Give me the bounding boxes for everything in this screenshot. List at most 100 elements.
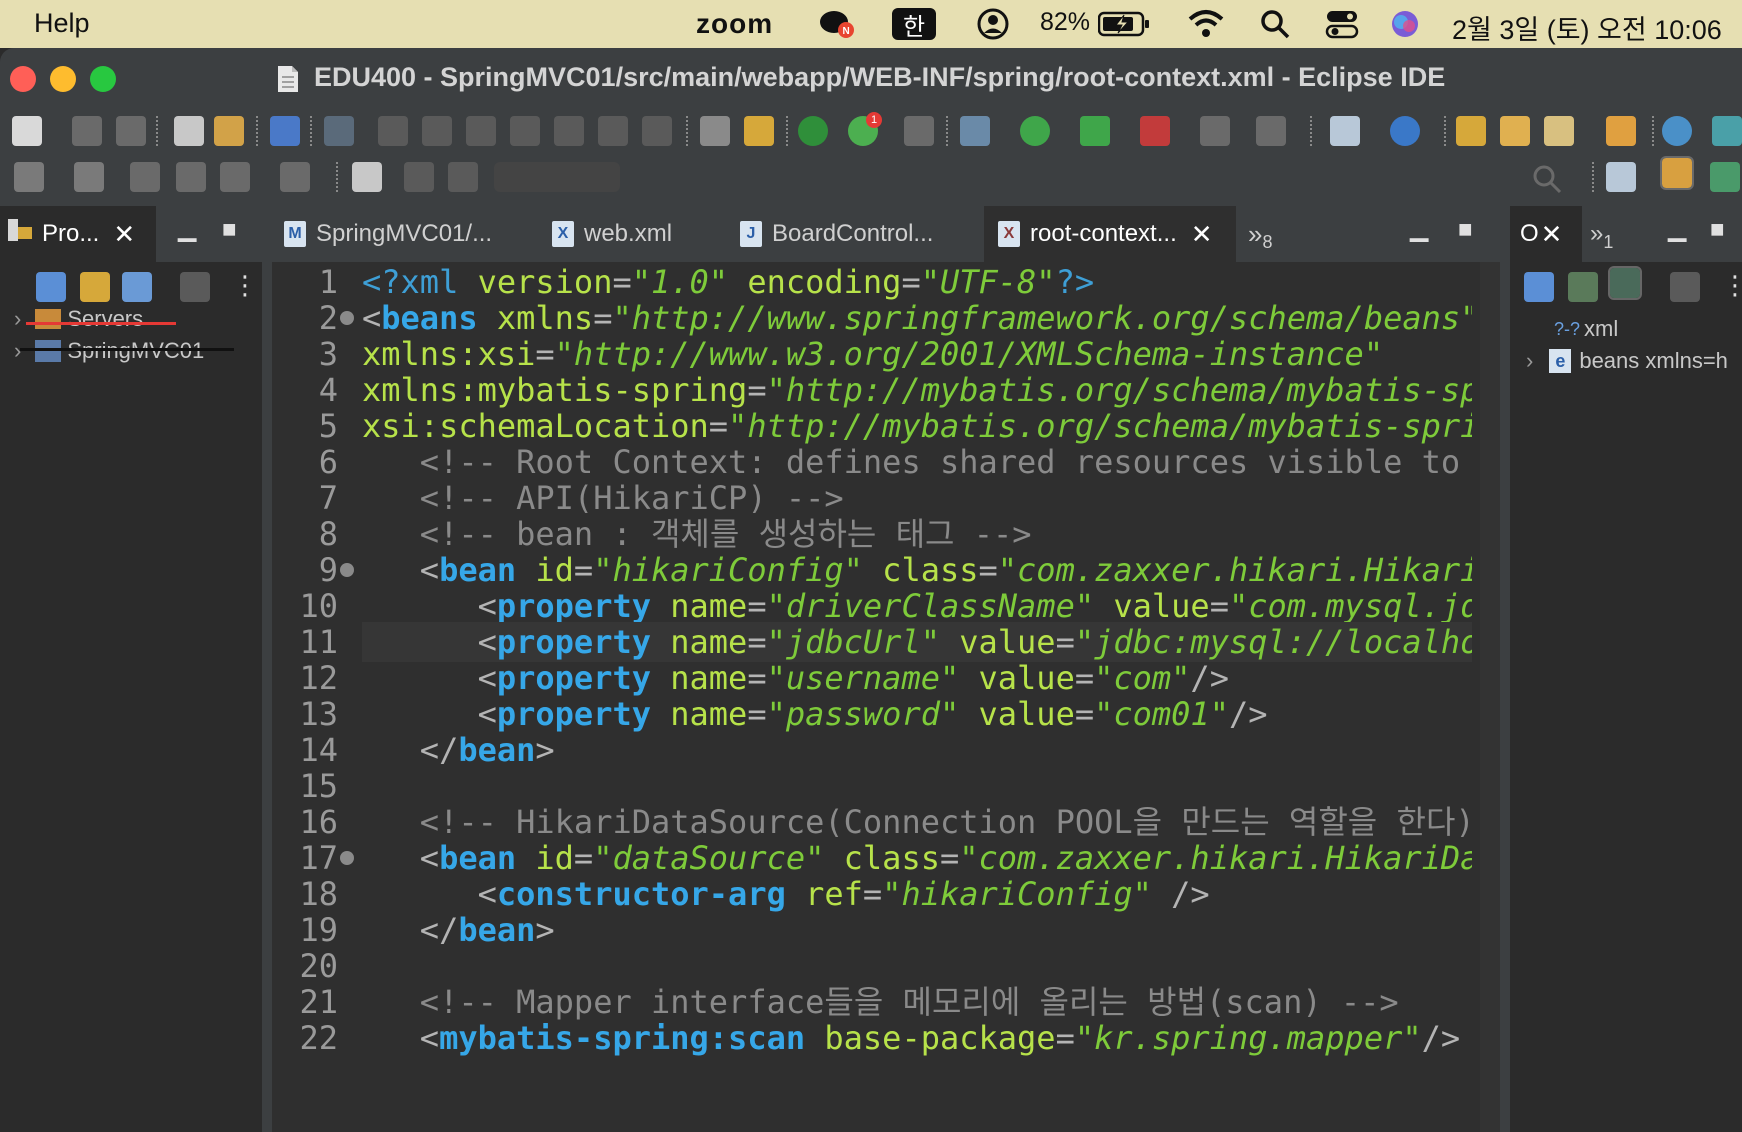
- window-minimize-button[interactable]: [50, 66, 76, 92]
- minimize-icon[interactable]: ▁: [1410, 214, 1428, 243]
- filter-icon[interactable]: [122, 272, 152, 302]
- code-line[interactable]: 17 <bean id="dataSource" class="com.zaxx…: [272, 838, 1500, 878]
- forward-edit-icon[interactable]: [176, 162, 206, 192]
- link-with-editor-icon[interactable]: [1608, 266, 1642, 300]
- outline-item-beans[interactable]: › e beans xmlns=h: [1526, 348, 1728, 374]
- close-icon[interactable]: ✕: [1191, 219, 1213, 250]
- tab-root-context[interactable]: X root-context... ✕: [984, 206, 1236, 262]
- back-icon[interactable]: [220, 162, 250, 192]
- code-line[interactable]: 11 <property name="jdbcUrl" value="jdbc:…: [272, 622, 1500, 662]
- chat-icon[interactable]: N: [816, 8, 856, 40]
- code-line[interactable]: 8 <!-- bean : 객체를 생성하는 태그 -->: [272, 514, 1500, 554]
- edit-icon[interactable]: [404, 162, 434, 192]
- collapse-all-icon[interactable]: [1524, 272, 1554, 302]
- code-line[interactable]: 13 <property name="password" value="com0…: [272, 694, 1500, 734]
- open-type-icon[interactable]: [174, 116, 204, 146]
- maximize-icon[interactable]: ■: [222, 216, 237, 244]
- open-folder-icon[interactable]: [1456, 116, 1486, 146]
- code-line[interactable]: 16 <!-- HikariDataSource(Connection POOL…: [272, 802, 1500, 842]
- more-tools-icon[interactable]: [1712, 116, 1742, 146]
- search-icon[interactable]: [1532, 164, 1562, 199]
- fold-toggle-icon[interactable]: [340, 563, 354, 577]
- external-tools-icon[interactable]: [1140, 116, 1170, 146]
- fold-toggle-icon[interactable]: [340, 311, 354, 325]
- tab-outline[interactable]: O ✕: [1510, 206, 1582, 262]
- minimize-icon[interactable]: ▁: [178, 214, 196, 243]
- code-line[interactable]: 3 xmlns:xsi="http://www.w3.org/2001/XMLSc…: [272, 334, 1500, 374]
- code-line[interactable]: 14 </bean>: [272, 730, 1500, 770]
- java-ee-perspective-icon[interactable]: [1660, 156, 1694, 190]
- last-edit-icon[interactable]: [130, 162, 160, 192]
- server-icon[interactable]: [904, 116, 934, 146]
- search-icon[interactable]: [1258, 8, 1292, 40]
- start-server-icon[interactable]: [798, 116, 828, 146]
- use-step-filters-icon[interactable]: [744, 116, 774, 146]
- open-file-icon[interactable]: [1606, 116, 1636, 146]
- fold-toggle-icon[interactable]: [340, 851, 354, 865]
- code-line[interactable]: 12 <property name="username" value="com"…: [272, 658, 1500, 698]
- chevron-right-icon[interactable]: ›: [14, 338, 21, 364]
- resume-icon[interactable]: [378, 116, 408, 146]
- search-remote-icon[interactable]: [324, 116, 354, 146]
- close-icon[interactable]: ✕: [113, 219, 135, 250]
- maximize-icon[interactable]: ■: [1710, 216, 1725, 244]
- spring-perspective-icon[interactable]: [1710, 162, 1740, 192]
- collapse-all-icon[interactable]: [36, 272, 66, 302]
- code-line[interactable]: 22 <mybatis-spring:scan base-package="kr…: [272, 1018, 1500, 1058]
- code-line[interactable]: 9 <bean id="hikariConfig" class="com.zax…: [272, 550, 1500, 590]
- suspend-icon[interactable]: [422, 116, 452, 146]
- globe-icon[interactable]: [1662, 116, 1692, 146]
- minimize-icon[interactable]: ▁: [1668, 214, 1686, 243]
- code-line[interactable]: 20: [272, 946, 1500, 986]
- disconnect-icon[interactable]: [510, 116, 540, 146]
- user-icon[interactable]: [976, 8, 1010, 40]
- link-with-editor-icon[interactable]: [80, 272, 110, 302]
- stop-icon[interactable]: [1200, 116, 1230, 146]
- code-area[interactable]: 1 <?xml version="1.0" encoding="UTF-8"?> 2…: [272, 262, 1500, 1132]
- close-icon[interactable]: ✕: [1541, 219, 1563, 250]
- code-line[interactable]: 15: [272, 766, 1500, 806]
- code-line[interactable]: 18 <constructor-arg ref="hikariConfig" /…: [272, 874, 1500, 914]
- save-icon[interactable]: [72, 116, 102, 146]
- chevron-right-icon[interactable]: ›: [14, 306, 21, 332]
- clock[interactable]: 2월 3일 (토) 오전 10:06: [1452, 8, 1722, 47]
- tab-springmvc01[interactable]: M SpringMVC01/...: [284, 206, 514, 262]
- tab-boardcontroller[interactable]: J BoardControl...: [740, 206, 950, 262]
- sort-icon[interactable]: [1568, 272, 1598, 302]
- run-icon[interactable]: [1020, 116, 1050, 146]
- code-line[interactable]: 21 <!-- Mapper interface들을 메모리에 올리는 방법(s…: [272, 982, 1500, 1022]
- new-java-project-icon[interactable]: [1330, 116, 1360, 146]
- zoom-menu-extra[interactable]: zoom: [696, 8, 773, 40]
- code-line[interactable]: 4 xmlns:mybatis-spring="http://mybatis.or…: [272, 370, 1500, 410]
- tab-web-xml[interactable]: X web.xml: [552, 206, 712, 262]
- focus-icon[interactable]: [1670, 272, 1700, 302]
- chevron-right-icon[interactable]: ›: [1526, 348, 1533, 374]
- code-line[interactable]: 6 <!-- Root Context: defines shared reso…: [272, 442, 1500, 482]
- new-icon[interactable]: [12, 116, 42, 146]
- next-edit-icon[interactable]: [14, 162, 44, 192]
- step-into-icon[interactable]: [554, 116, 584, 146]
- step-return-icon[interactable]: [642, 116, 672, 146]
- drop-to-frame-icon[interactable]: [700, 116, 730, 146]
- grid-icon[interactable]: [448, 162, 478, 192]
- sash-left[interactable]: [262, 206, 272, 1132]
- next-annotation-icon[interactable]: [1256, 116, 1286, 146]
- window-close-button[interactable]: [10, 66, 36, 92]
- terminate-icon[interactable]: [466, 116, 496, 146]
- wifi-icon[interactable]: [1186, 8, 1226, 40]
- maximize-icon[interactable]: ■: [1458, 216, 1473, 244]
- outline-item-xml[interactable]: ?-? xml: [1554, 316, 1618, 342]
- debug-icon[interactable]: [960, 116, 990, 146]
- open-perspective-icon[interactable]: [352, 162, 382, 192]
- selector-dropdown[interactable]: [494, 162, 620, 192]
- menu-help[interactable]: Help: [34, 8, 90, 39]
- open-task-icon[interactable]: [214, 116, 244, 146]
- tree-item-servers[interactable]: › Servers: [14, 306, 143, 332]
- code-line[interactable]: 10 <property name="driverClassName" valu…: [272, 586, 1500, 626]
- tab-overflow[interactable]: » 8: [1248, 206, 1308, 262]
- prev-edit-icon[interactable]: [74, 162, 104, 192]
- coverage-icon[interactable]: [1080, 116, 1110, 146]
- step-over-icon[interactable]: [598, 116, 628, 146]
- pencil-icon[interactable]: [1544, 116, 1574, 146]
- open-perspective-icon[interactable]: [1606, 162, 1636, 192]
